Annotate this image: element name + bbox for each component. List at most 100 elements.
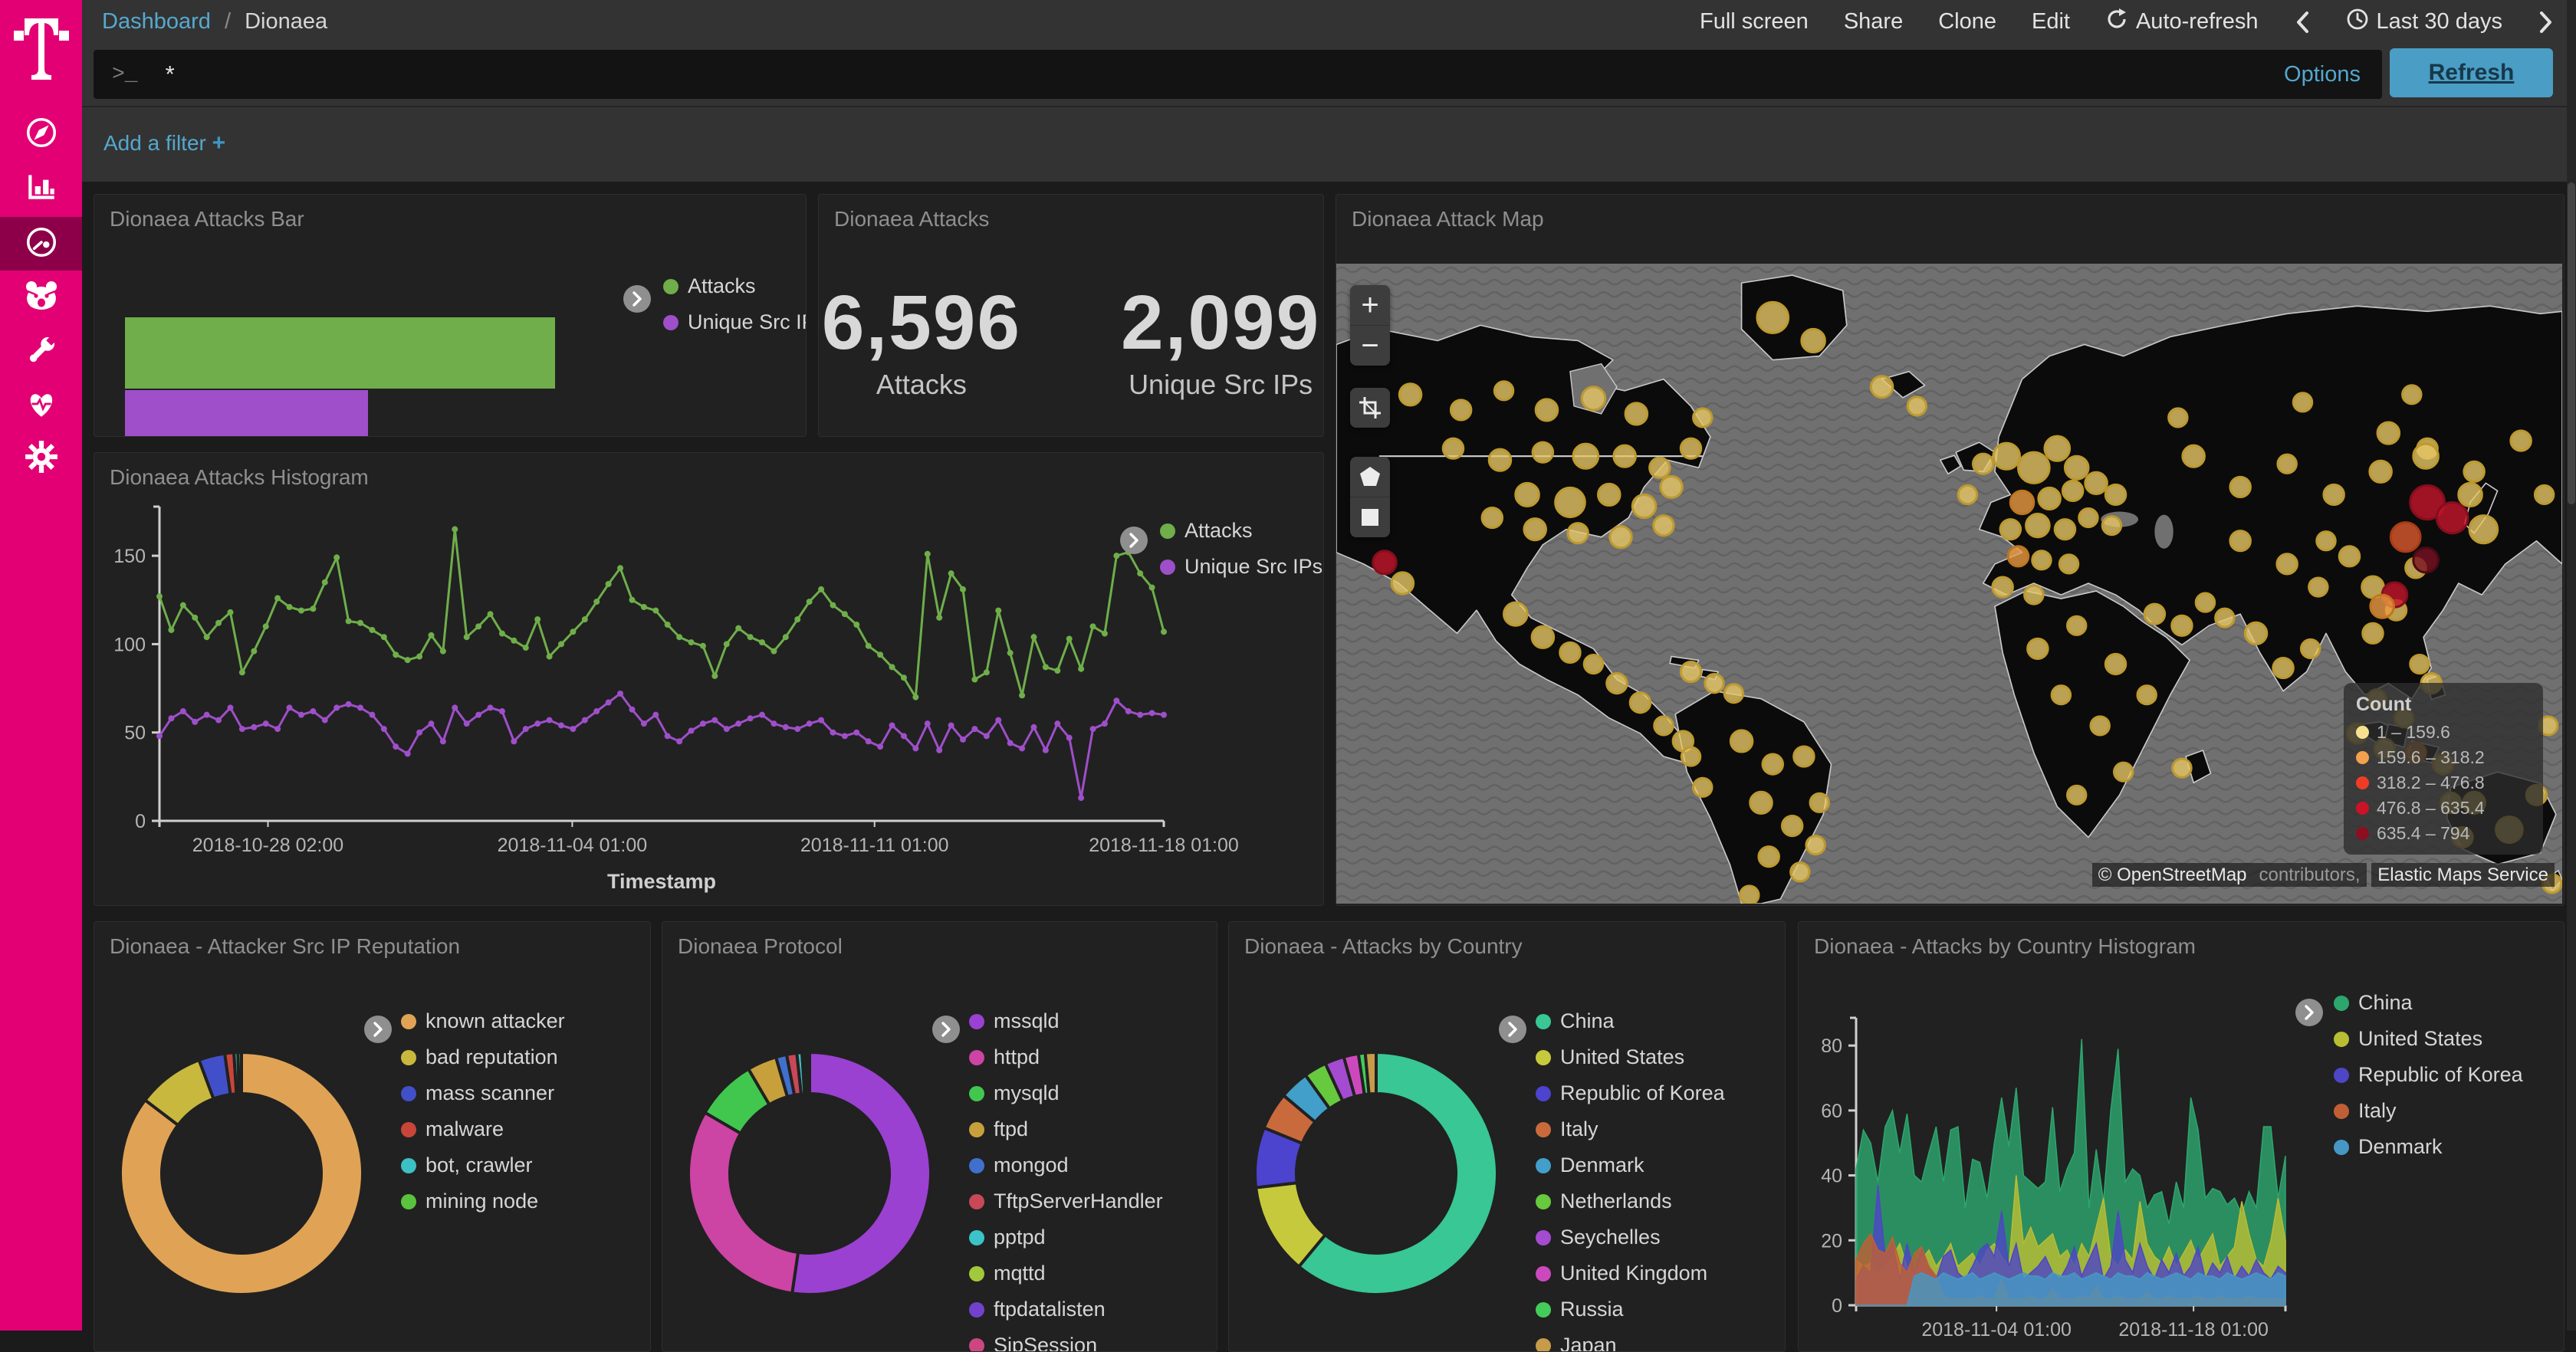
- legend-item[interactable]: Seychelles: [1536, 1226, 1725, 1249]
- attack-bubble[interactable]: [2413, 548, 2439, 573]
- scrollbar-thumb[interactable]: [2568, 182, 2575, 504]
- legend-toggle-icon[interactable]: [623, 285, 651, 313]
- attack-bubble[interactable]: [2324, 484, 2344, 504]
- attack-bubble[interactable]: [2085, 472, 2107, 494]
- attack-bubble[interactable]: [1573, 444, 1598, 468]
- world-map[interactable]: + − Count 1 – 159.6159.6 – 318.2318.2 – …: [1336, 264, 2562, 904]
- legend-item[interactable]: SipSession: [969, 1334, 1163, 1352]
- osm-link[interactable]: © OpenStreetMap: [2092, 863, 2253, 887]
- legend-item[interactable]: ftpd: [969, 1117, 1163, 1141]
- attack-bubble[interactable]: [2293, 393, 2312, 412]
- refresh-button[interactable]: Refresh: [2390, 48, 2553, 97]
- attack-bubble[interactable]: [1694, 409, 1712, 427]
- legend-item[interactable]: mqttd: [969, 1262, 1163, 1285]
- attack-bubble[interactable]: [2216, 609, 2234, 627]
- attack-bubble[interactable]: [1516, 483, 1539, 506]
- attack-bubble[interactable]: [2065, 456, 2088, 479]
- time-back-button[interactable]: [2294, 10, 2311, 34]
- legend-item[interactable]: Denmark: [2334, 1135, 2523, 1159]
- legend-item[interactable]: Attacks: [1160, 519, 1322, 543]
- attack-bubble[interactable]: [2301, 639, 2319, 658]
- attack-bubble[interactable]: [2105, 654, 2125, 674]
- attack-bubble[interactable]: [2363, 623, 2383, 643]
- attack-bubble[interactable]: [1482, 508, 1502, 528]
- attack-bubble[interactable]: [2403, 386, 2421, 404]
- polygon-icon[interactable]: [1350, 457, 1390, 497]
- attack-bubble[interactable]: [1681, 747, 1700, 766]
- attack-bubble[interactable]: [1681, 661, 1700, 681]
- legend-item[interactable]: Unique Src IPs: [1160, 555, 1322, 579]
- attack-bubble[interactable]: [1568, 523, 1588, 543]
- attack-bubble[interactable]: [1632, 494, 1655, 517]
- legend-item[interactable]: China: [2334, 991, 2523, 1015]
- attack-bubble[interactable]: [2059, 555, 2078, 573]
- attack-bubble[interactable]: [1740, 886, 1759, 904]
- attack-bubble[interactable]: [2173, 759, 2191, 777]
- bar-chart[interactable]: 2,0004,0006,000: [125, 317, 600, 437]
- attack-bubble[interactable]: [1993, 577, 2013, 597]
- attack-bubble[interactable]: [1614, 445, 1635, 467]
- attack-bubble[interactable]: [2196, 593, 2214, 612]
- legend-item[interactable]: Attacks: [663, 274, 807, 298]
- attack-bubble[interactable]: [1556, 487, 1585, 517]
- attack-bubble[interactable]: [2172, 615, 2192, 635]
- attack-bubble[interactable]: [2008, 546, 2028, 566]
- telekom-logo[interactable]: [14, 14, 69, 80]
- legend-item[interactable]: Russia: [1536, 1298, 1725, 1321]
- attack-bubble[interactable]: [1532, 626, 1553, 648]
- legend-item[interactable]: Italy: [2334, 1099, 2523, 1123]
- legend-item[interactable]: httpd: [969, 1045, 1163, 1069]
- attack-bubble[interactable]: [1694, 778, 1712, 796]
- legend-toggle-icon[interactable]: [932, 1016, 960, 1043]
- attack-bubble[interactable]: [1958, 485, 1976, 504]
- donut-chart[interactable]: [672, 1035, 948, 1311]
- legend-item[interactable]: bot, crawler: [401, 1153, 565, 1177]
- attack-bubble[interactable]: [2000, 520, 2020, 540]
- attack-bubble[interactable]: [2464, 461, 2484, 481]
- attack-bubble[interactable]: [2469, 516, 2498, 543]
- legend-item[interactable]: Denmark: [1536, 1153, 1725, 1177]
- attack-bubble[interactable]: [1560, 642, 1580, 662]
- attack-bubble[interactable]: [2317, 532, 2335, 550]
- legend-item[interactable]: ftpdatalisten: [969, 1298, 1163, 1321]
- rectangle-icon[interactable]: [1350, 497, 1390, 537]
- legend-item[interactable]: mssqld: [969, 1009, 1163, 1033]
- attack-bubble[interactable]: [1536, 399, 1557, 421]
- attack-bubble[interactable]: [1763, 754, 1783, 774]
- legend-item[interactable]: mysqld: [969, 1081, 1163, 1105]
- attack-bubble[interactable]: [2114, 763, 2132, 781]
- attack-bubble[interactable]: [1598, 484, 1620, 505]
- attack-bubble[interactable]: [1907, 397, 1926, 415]
- attack-bubble[interactable]: [1610, 527, 1631, 548]
- zoom-in-button[interactable]: +: [1350, 285, 1390, 326]
- legend-item[interactable]: Republic of Korea: [1536, 1081, 1725, 1105]
- attack-bubble[interactable]: [2032, 551, 2051, 569]
- attack-bubble[interactable]: [1810, 793, 1829, 812]
- attack-bubble[interactable]: [2010, 491, 2033, 514]
- attack-bubble[interactable]: [2105, 484, 2125, 504]
- share-button[interactable]: Share: [1844, 9, 1903, 34]
- attack-bubble[interactable]: [1794, 747, 1814, 766]
- attack-bubble[interactable]: [1654, 717, 1673, 735]
- attack-bubble[interactable]: [2079, 509, 2098, 527]
- legend-item[interactable]: bad reputation: [401, 1045, 565, 1069]
- attack-bubble[interactable]: [2183, 445, 2204, 467]
- attack-bubble[interactable]: [2413, 444, 2439, 468]
- attack-bubble[interactable]: [1504, 602, 1527, 625]
- attack-bubble[interactable]: [2055, 520, 2075, 540]
- attack-bubble[interactable]: [1871, 376, 1892, 398]
- attack-bubble[interactable]: [1533, 442, 1552, 462]
- attack-bubble[interactable]: [2245, 622, 2266, 644]
- attack-bubble[interactable]: [2052, 686, 2070, 704]
- attack-bubble[interactable]: [2169, 409, 2187, 427]
- line-chart[interactable]: 0501001502018-10-28 02:002018-11-04 01:0…: [94, 453, 1323, 905]
- attack-bubble[interactable]: [2062, 481, 2082, 500]
- donut-slice[interactable]: [1365, 1052, 1376, 1094]
- legend-item[interactable]: Unique Src IPs: [663, 310, 807, 334]
- donut-slice[interactable]: [792, 1052, 931, 1295]
- sidebar-item-devtools[interactable]: [0, 325, 82, 379]
- attack-bubble[interactable]: [2535, 485, 2553, 504]
- attack-bubble[interactable]: [1650, 458, 1670, 477]
- time-forward-button[interactable]: [2538, 10, 2555, 34]
- bar[interactable]: [125, 390, 368, 437]
